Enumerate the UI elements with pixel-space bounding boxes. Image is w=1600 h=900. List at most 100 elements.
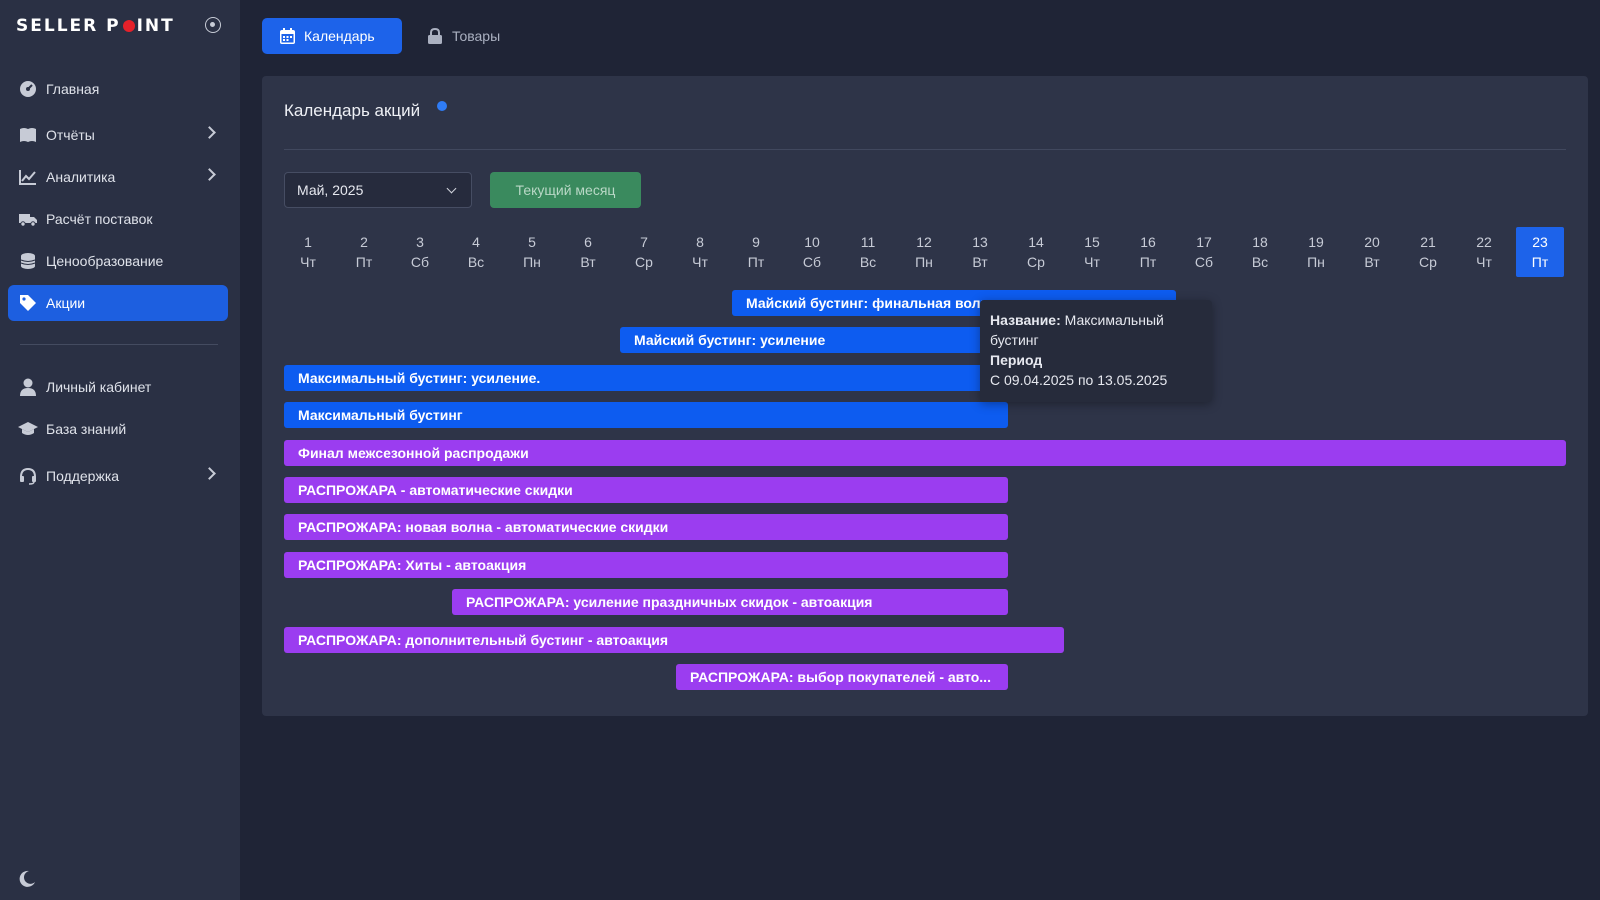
logo-dot	[122, 20, 135, 32]
chevron-right-icon	[203, 126, 216, 139]
day-column-header: 20 Вт	[1348, 227, 1396, 277]
headset-icon	[18, 466, 38, 486]
day-column-header: 6 Вт	[564, 227, 612, 277]
day-number: 7	[640, 234, 648, 250]
day-weekday: Пт	[1531, 254, 1549, 270]
day-column-header: 23 Пт	[1516, 227, 1564, 277]
day-weekday: Вт	[1364, 254, 1380, 270]
promotion-bar[interactable]: РАСПРОЖАРА: дополнительный бустинг - авт…	[284, 626, 1064, 653]
day-weekday: Чт	[300, 254, 316, 270]
sidebar-item-account[interactable]: Личный кабинет	[8, 369, 228, 405]
lock-icon	[428, 28, 444, 44]
day-weekday: Вс	[1251, 254, 1269, 270]
day-column-header: 13 Вт	[956, 227, 1004, 277]
sidebar-item-label: Расчёт поставок	[46, 211, 153, 227]
promotion-bar[interactable]: Майский бустинг: усиление	[620, 327, 1008, 354]
sidebar-item-reports[interactable]: Отчёты	[8, 117, 228, 153]
day-weekday: Пн	[523, 254, 541, 270]
day-weekday: Вт	[972, 254, 988, 270]
day-number: 13	[972, 234, 988, 250]
sidebar-item-support[interactable]: Поддержка	[8, 458, 228, 494]
month-select[interactable]: Май, 2025	[284, 172, 472, 208]
sidebar-divider	[20, 344, 218, 345]
sidebar-item-knowledge-base[interactable]: База знаний	[8, 411, 228, 447]
day-column-header: 9 Пт	[732, 227, 780, 277]
collapse-sidebar-button[interactable]	[205, 17, 221, 33]
day-number: 19	[1308, 234, 1324, 250]
day-number: 21	[1420, 234, 1436, 250]
sidebar-item-label: Аналитика	[46, 169, 116, 185]
chevron-right-icon	[203, 467, 216, 480]
promotion-bar-label: РАСПРОЖАРА: усиление праздничных скидок …	[466, 594, 873, 611]
day-number: 1	[304, 234, 312, 250]
day-column-header: 12 Пн	[900, 227, 948, 277]
sidebar-item-label: База знаний	[46, 421, 127, 437]
day-weekday: Пт	[1139, 254, 1157, 270]
day-weekday: Чт	[1084, 254, 1100, 270]
day-number: 6	[584, 234, 592, 250]
logo-text-left: SELLER P	[16, 16, 121, 36]
tab-label: Товары	[452, 28, 501, 44]
tooltip-period-label: Период	[990, 352, 1043, 368]
tooltip-period-value: С 09.04.2025 по 13.05.2025	[990, 372, 1168, 388]
day-number: 4	[472, 234, 480, 250]
user-icon	[18, 377, 38, 397]
promotion-bar[interactable]: РАСПРОЖАРА: выбор покупателей - авто...	[676, 664, 1008, 690]
day-column-header: 1 Чт	[284, 227, 332, 277]
graduation-cap-icon	[18, 419, 38, 439]
sidebar-item-analytics[interactable]: Аналитика	[8, 159, 228, 195]
day-weekday: Вт	[580, 254, 596, 270]
day-column-header: 16 Пт	[1124, 227, 1172, 277]
tab-products[interactable]: Товары	[410, 18, 520, 54]
moon-icon[interactable]	[18, 870, 36, 888]
sidebar-item-label: Акции	[46, 295, 86, 311]
sidebar-item-promotions[interactable]: Акции	[8, 285, 228, 321]
coins-icon	[18, 251, 38, 271]
tags-icon	[18, 293, 38, 313]
promotion-bar[interactable]: Максимальный бустинг	[284, 402, 1008, 429]
promotion-bar[interactable]: Максимальный бустинг: усиление.	[284, 364, 1008, 391]
promotion-bar-label: РАСПРОЖАРА: дополнительный бустинг - авт…	[298, 631, 669, 648]
day-column-header: 22 Чт	[1460, 227, 1508, 277]
promotion-bar[interactable]: РАСПРОЖАРА: усиление праздничных скидок …	[452, 589, 1008, 616]
promotion-bar[interactable]: РАСПРОЖАРА: Хиты - автоакция	[284, 551, 1008, 578]
tab-label: Календарь	[304, 28, 375, 44]
day-weekday: Пт	[747, 254, 765, 270]
day-weekday: Пт	[355, 254, 373, 270]
dashboard-icon	[18, 79, 38, 99]
book-icon	[18, 125, 38, 145]
sidebar-item-label: Поддержка	[46, 468, 120, 484]
truck-icon	[18, 209, 38, 229]
day-weekday: Пн	[1307, 254, 1325, 270]
day-number: 9	[752, 234, 760, 250]
page-title: Календарь акций	[284, 101, 421, 120]
sidebar-item-label: Главная	[46, 81, 100, 97]
chevron-right-icon	[203, 168, 216, 181]
promotion-bar-label: РАСПРОЖАРА: выбор покупателей - авто...	[690, 669, 991, 685]
day-column-header: 14 Ср	[1012, 227, 1060, 277]
promotion-bar[interactable]: РАСПРОЖАРА: новая волна - автоматические…	[284, 514, 1008, 541]
tab-calendar[interactable]: Календарь	[262, 18, 402, 54]
day-weekday: Вс	[467, 254, 485, 270]
day-number: 16	[1140, 234, 1156, 250]
day-weekday: Ср	[1419, 254, 1437, 270]
day-column-header: 10 Сб	[788, 227, 836, 277]
promotion-bar[interactable]: РАСПРОЖАРА - автоматические скидки	[284, 477, 1008, 503]
sidebar-item-pricing[interactable]: Ценообразование	[8, 243, 228, 279]
info-icon[interactable]	[437, 101, 447, 111]
day-column-header: 5 Пн	[508, 227, 556, 277]
calendar-icon	[280, 28, 296, 44]
day-header-row: 1 Чт 2 Пт 3 Сб 4 Вс 5 Пн 6 Вт 7 Ср 8 Чт 9 Пт 10 Сб 11 Вс 12 Пн 1…	[284, 227, 1566, 277]
logo[interactable]: SELLER P INT	[16, 16, 175, 36]
day-number: 22	[1476, 234, 1492, 250]
day-column-header: 4 Вс	[452, 227, 500, 277]
current-month-button[interactable]: Текущий месяц	[490, 172, 641, 208]
day-column-header: 15 Чт	[1068, 227, 1116, 277]
day-number: 18	[1252, 234, 1268, 250]
day-number: 14	[1028, 234, 1044, 250]
sidebar-item-home[interactable]: Главная	[8, 71, 228, 107]
promotion-bar[interactable]: Финал межсезонной распродажи	[284, 439, 1566, 466]
day-number: 5	[528, 234, 536, 250]
sidebar-item-label: Отчёты	[46, 127, 95, 143]
sidebar-item-supply[interactable]: Расчёт поставок	[8, 201, 228, 237]
